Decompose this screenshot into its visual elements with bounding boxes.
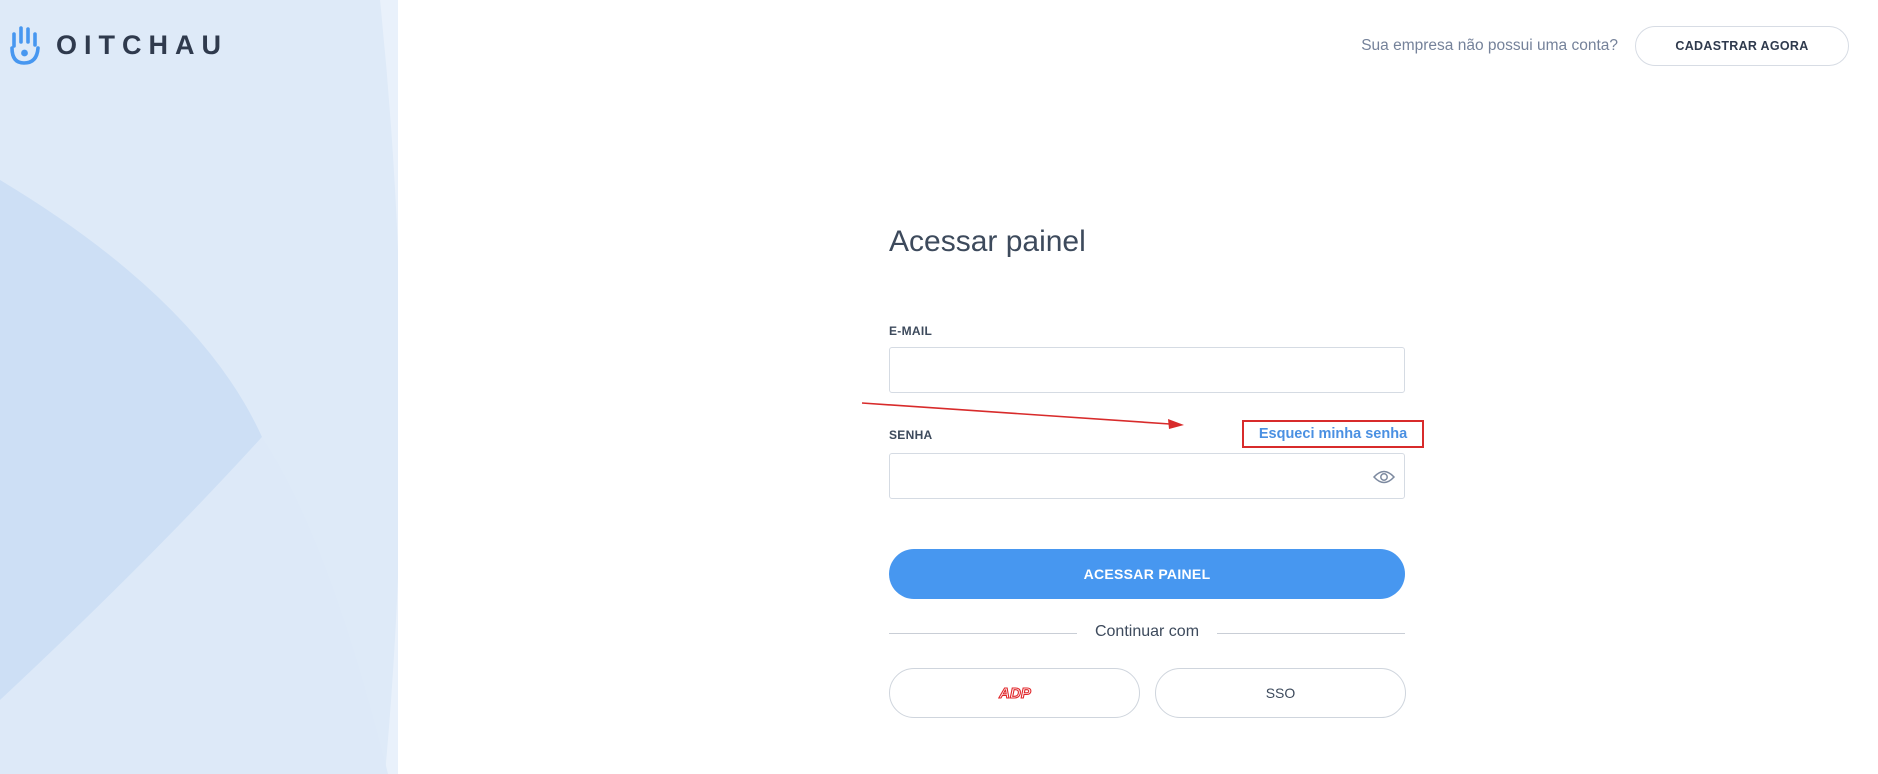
- continue-with-label: Continuar com: [1094, 623, 1200, 640]
- sso-login-button[interactable]: SSO: [1155, 668, 1406, 718]
- email-label: E-MAIL: [889, 324, 933, 338]
- no-account-text: Sua empresa não possui uma conta?: [1361, 37, 1618, 54]
- hand-logo-icon: [10, 26, 40, 65]
- forgot-password-link[interactable]: Esqueci minha senha: [1259, 426, 1407, 442]
- brand-name: OITCHAU: [56, 29, 228, 60]
- continue-with-divider: Continuar com: [889, 623, 1405, 643]
- email-field[interactable]: [889, 347, 1405, 393]
- adp-logo-icon: ADP: [998, 685, 1032, 701]
- background-shapes: [0, 0, 398, 774]
- adp-logo-text: ADP: [998, 685, 1032, 701]
- left-decorative-panel: OITCHAU: [0, 0, 398, 774]
- login-form: Acessar painel E-MAIL SENHA Esqueci minh…: [889, 225, 1424, 718]
- divider-line-right: [1217, 633, 1405, 634]
- page-title: Acessar painel: [889, 225, 1086, 258]
- login-submit-button[interactable]: ACESSAR PAINEL: [889, 549, 1405, 599]
- password-label: SENHA: [889, 428, 933, 442]
- signup-button[interactable]: CADASTRAR AGORA: [1635, 26, 1849, 66]
- adp-login-button[interactable]: ADP: [889, 668, 1140, 718]
- password-field[interactable]: [889, 453, 1405, 499]
- eye-icon[interactable]: [1373, 469, 1395, 485]
- annotation-highlight-box: Esqueci minha senha: [1242, 420, 1424, 448]
- header-signup-area: Sua empresa não possui uma conta? CADAST…: [1361, 26, 1849, 66]
- brand-logo[interactable]: OITCHAU: [8, 24, 228, 66]
